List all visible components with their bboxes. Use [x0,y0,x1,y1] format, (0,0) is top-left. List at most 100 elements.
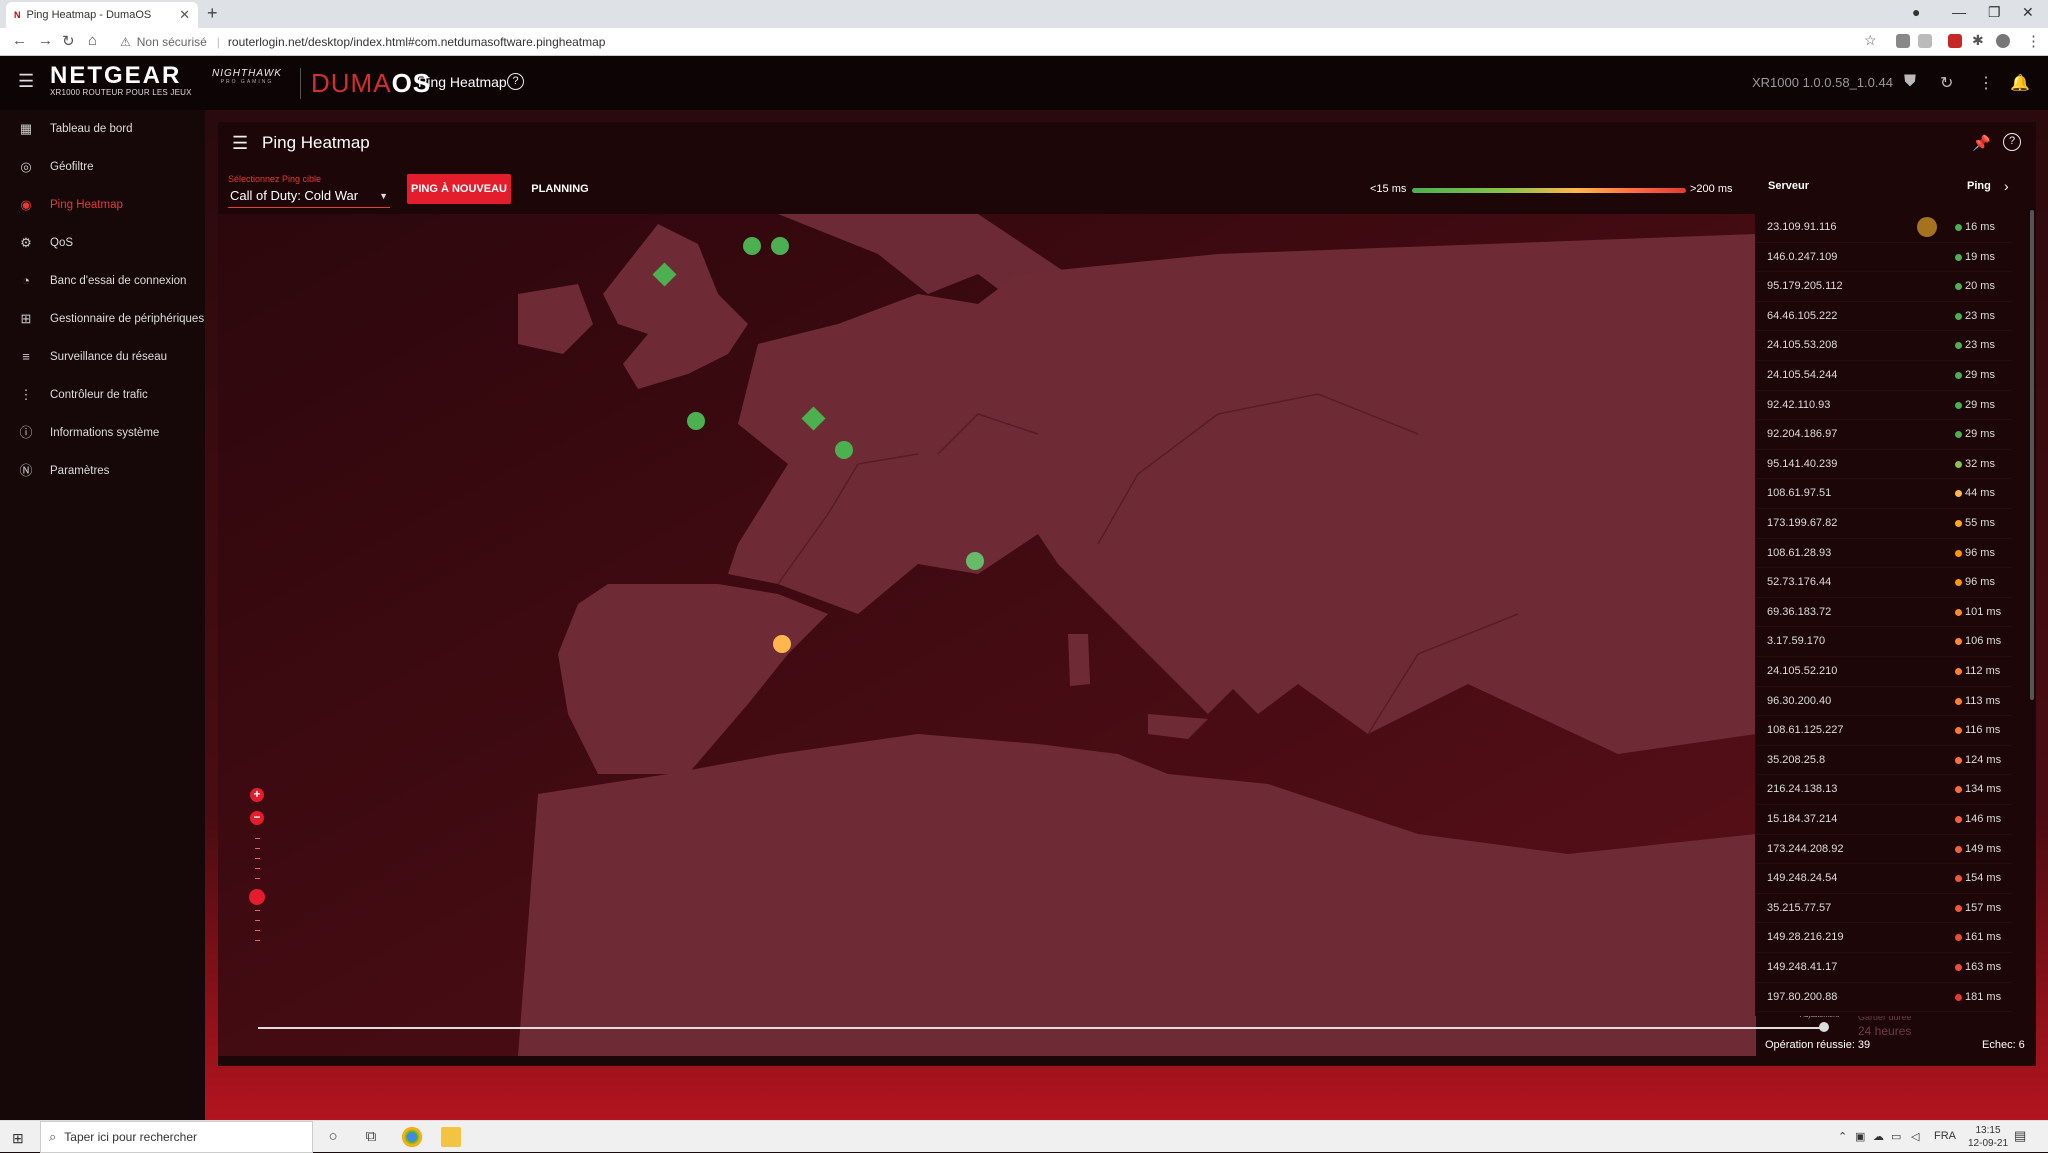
server-row[interactable]: 146.0.247.109 19 ms [1755,243,2012,273]
server-row[interactable]: 149.28.216.219 161 ms [1755,923,2012,953]
ping-again-button[interactable]: PING À NOUVEAU [407,174,511,204]
extensions-puzzle-icon[interactable]: ✱ [1972,32,1984,49]
sidebar-item-device-manager[interactable]: ⊞ Gestionnaire de périphériques [0,300,205,338]
bookmark-star-icon[interactable]: ☆ [1864,32,1877,49]
pin-icon[interactable]: 📌 [1972,134,1991,152]
profile-avatar-icon[interactable] [1996,34,2010,48]
extension-icon[interactable] [1918,34,1932,48]
server-row[interactable]: 92.204.186.97 29 ms [1755,420,2012,450]
server-row[interactable]: 24.105.53.208 23 ms [1755,331,2012,361]
sidebar-item-network-monitor[interactable]: ≡ Surveillance du réseau [0,338,205,376]
network-icon[interactable]: ▭ [1891,1130,1901,1143]
zoom-out-button[interactable]: − [250,811,264,825]
sidebar-item-qos[interactable]: ⚙ QoS [0,224,205,262]
sidebar-item-ping-heatmap[interactable]: ◉ Ping Heatmap [0,186,205,224]
server-marker[interactable] [771,237,789,255]
address-field[interactable]: ⚠ Non sécurisé | routerlogin.net/desktop… [120,32,1860,52]
more-vert-icon[interactable]: ⋮ [1978,73,1994,93]
sidebar-item-traffic-controller[interactable]: ⋮ Contrôleur de trafic [0,376,205,414]
hamburger-menu-icon[interactable]: ☰ [18,72,34,90]
ping-column-header[interactable]: Ping [1967,180,1991,192]
server-row[interactable]: 15.184.37.214 146 ms [1755,805,2012,835]
home-icon[interactable]: ⌂ [88,32,97,49]
server-row[interactable]: 108.61.28.93 96 ms [1755,539,2012,569]
timeline-slider-track[interactable] [258,1027,1823,1029]
server-marker[interactable] [687,412,705,430]
close-tab-icon[interactable]: ✕ [179,7,190,23]
server-row[interactable]: 52.73.176.44 96 ms [1755,568,2012,598]
back-icon[interactable]: ← [12,32,27,49]
card-menu-icon[interactable]: ☰ [232,134,248,152]
notification-center-icon[interactable]: ▤ [2014,1128,2026,1144]
help-icon[interactable]: ? [507,73,524,90]
sidebar-item-dashboard[interactable]: ▦ Tableau de bord [0,110,205,148]
server-row[interactable]: 173.244.208.92 149 ms [1755,835,2012,865]
new-tab-button[interactable]: + [207,3,218,24]
onedrive-icon[interactable]: ☁ [1873,1130,1884,1143]
chevron-right-icon[interactable]: › [2004,178,2009,194]
cortana-icon[interactable]: ○ [323,1127,343,1147]
chrome-icon[interactable] [402,1127,422,1147]
server-row[interactable]: 23.109.91.116 16 ms [1755,213,2012,243]
language-indicator[interactable]: FRA [1934,1130,1956,1142]
server-marker[interactable] [966,552,984,570]
sidebar-item-benchmark[interactable]: ◔ Banc d'essai de connexion [0,262,205,300]
server-marker[interactable] [743,237,761,255]
profile-icon[interactable]: ● [1912,4,1920,20]
server-column-header[interactable]: Serveur [1768,180,1809,192]
restore-icon[interactable]: ❐ [1988,4,2001,21]
server-row[interactable]: 108.61.125.227 116 ms [1755,716,2012,746]
server-row[interactable]: 95.179.205.112 20 ms [1755,272,2012,302]
sidebar-item-settings[interactable]: Ⓝ Paramètres [0,452,205,490]
timeline-slider-knob[interactable] [1819,1022,1829,1032]
windows-start-icon[interactable]: ⊞ [12,1130,24,1147]
sidebar-item-geofilter[interactable]: ◎ Géofiltre [0,148,205,186]
server-row[interactable]: 24.105.52.210 112 ms [1755,657,2012,687]
volume-icon[interactable]: ◁ [1911,1130,1919,1143]
server-row[interactable]: 173.199.67.82 55 ms [1755,509,2012,539]
game-select[interactable]: Call of Duty: Cold War ▼ [228,186,390,208]
server-row[interactable]: 96.30.200.40 113 ms [1755,687,2012,717]
server-row[interactable]: 108.61.97.51 44 ms [1755,479,2012,509]
server-row[interactable]: 3.17.59.170 106 ms [1755,627,2012,657]
server-row[interactable]: 64.46.105.222 23 ms [1755,302,2012,332]
notifications-bell-icon[interactable]: 🔔 [2010,73,2030,93]
server-row[interactable]: 149.248.24.54 154 ms [1755,864,2012,894]
server-row[interactable]: 216.24.138.13 134 ms [1755,775,2012,805]
server-row[interactable]: 69.36.183.72 101 ms [1755,598,2012,628]
refresh-icon[interactable]: ↻ [1940,73,1953,93]
zoom-slider-knob[interactable] [249,889,265,905]
server-marker[interactable] [835,441,853,459]
extension-mail-icon[interactable] [1896,34,1910,48]
server-marker[interactable] [773,635,791,653]
planning-button[interactable]: PLANNING [524,174,596,204]
minimize-icon[interactable]: — [1952,4,1966,20]
taskbar-clock[interactable]: 13:15 12-09-21 [1968,1124,2008,1150]
browser-tab[interactable]: N Ping Heatmap - DumaOS ✕ [6,2,198,28]
file-explorer-icon[interactable] [441,1127,461,1147]
sidebar-item-system-info[interactable]: ⓘ Informations système [0,414,205,452]
server-list[interactable]: 23.109.91.116 16 ms 146.0.247.109 19 ms 95.1… [1755,213,2012,1018]
zoom-in-button[interactable]: + [250,788,264,802]
forward-icon[interactable]: → [38,32,53,49]
taskbar-search-input[interactable]: ⌕ Taper ici pour rechercher [40,1121,313,1153]
reload-icon[interactable]: ↻ [62,32,75,50]
server-row[interactable]: 24.105.54.244 29 ms [1755,361,2012,391]
server-row[interactable]: 95.141.40.239 32 ms [1755,450,2012,480]
extension-red-icon[interactable] [1948,34,1962,48]
europe-map[interactable] [218,214,1756,1056]
tray-chevron-icon[interactable]: ⌃ [1838,1130,1847,1143]
card-help-icon[interactable]: ? [2003,133,2021,151]
server-row[interactable]: 35.215.77.57 157 ms [1755,894,2012,924]
close-window-icon[interactable]: ✕ [2022,4,2034,21]
browser-menu-icon[interactable]: ⋮ [2026,32,2041,50]
server-row[interactable]: 197.80.200.88 181 ms [1755,983,2012,1013]
server-row[interactable]: 35.208.25.8 124 ms [1755,746,2012,776]
task-view-icon[interactable]: ⧉ [361,1127,381,1147]
server-row[interactable]: 92.42.110.93 29 ms [1755,391,2012,421]
server-row[interactable]: 149.248.41.17 163 ms [1755,953,2012,983]
server-list-scrollbar[interactable] [2030,210,2034,700]
zoom-tick [255,930,260,931]
shield-icon[interactable]: ⛊ [1904,73,1916,91]
tray-icon[interactable]: ▣ [1855,1130,1865,1143]
